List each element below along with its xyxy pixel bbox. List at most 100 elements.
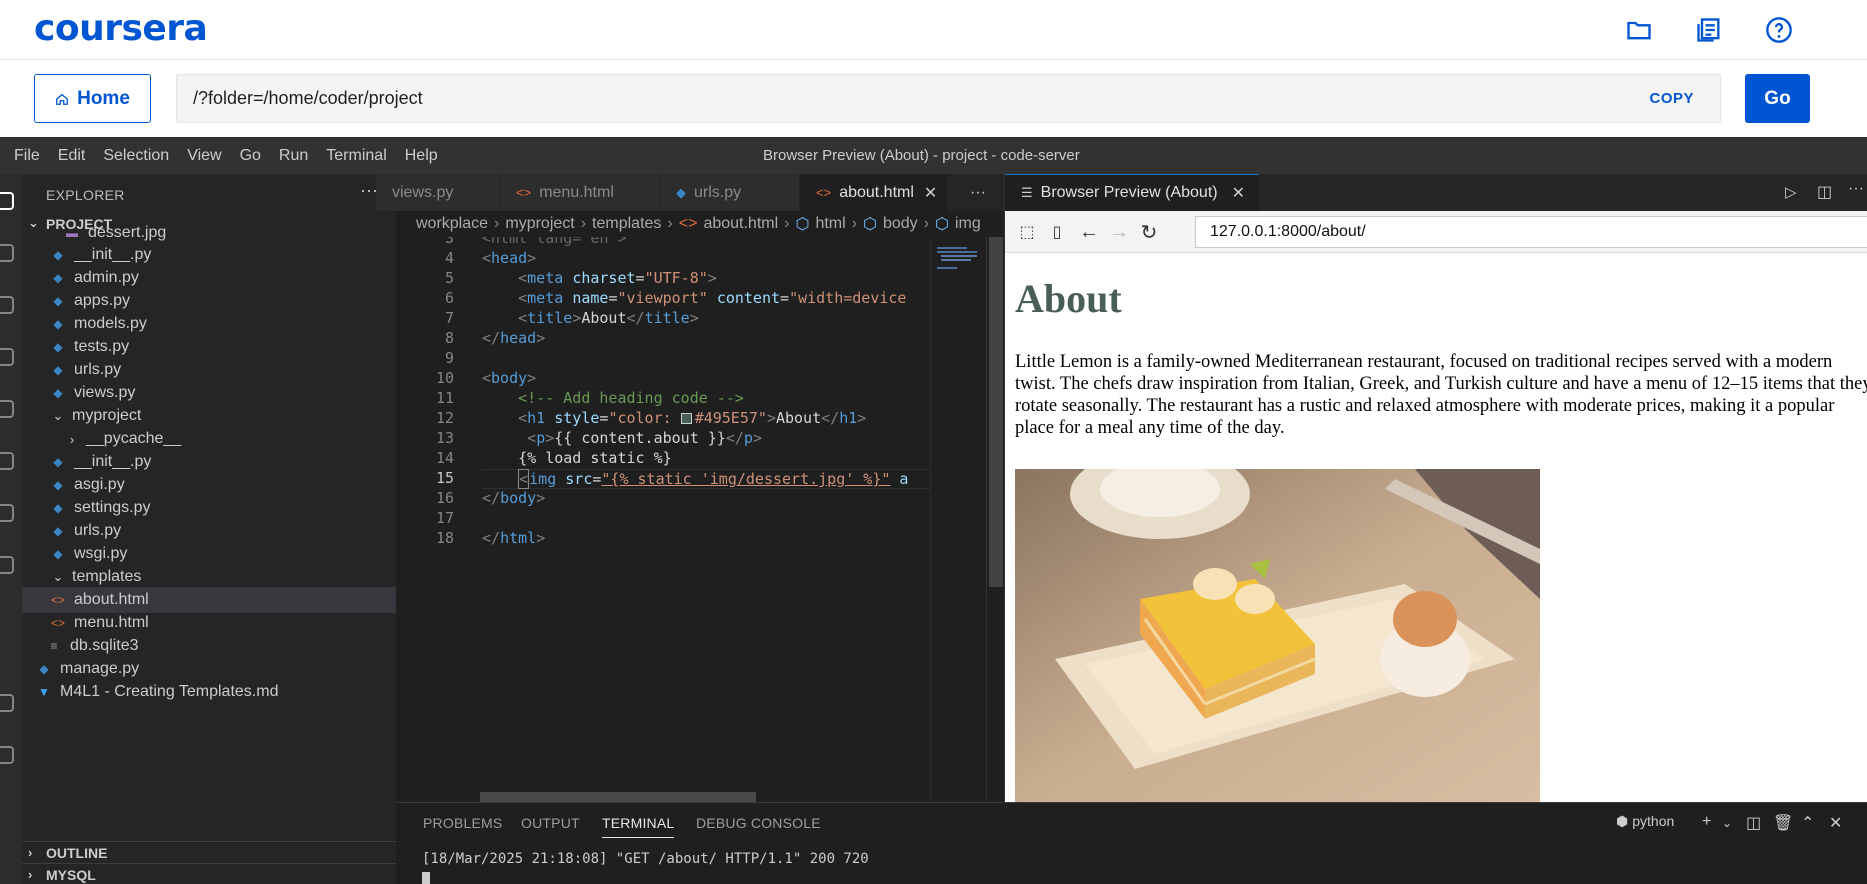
- lab-url-field[interactable]: /?folder=/home/coder/project COPY: [176, 74, 1721, 123]
- tab-label: views.py: [392, 183, 454, 201]
- horizontal-scrollbar[interactable]: [480, 792, 756, 802]
- breadcrumb-item[interactable]: html: [815, 215, 845, 233]
- lab-url-text: /?folder=/home/coder/project: [193, 88, 423, 108]
- go-button[interactable]: Go: [1745, 74, 1810, 123]
- line-number: 8: [444, 329, 454, 347]
- menu-run[interactable]: Run: [270, 147, 317, 165]
- python-icon: ⬢: [1616, 813, 1629, 829]
- breadcrumb-item[interactable]: img: [955, 215, 981, 233]
- coursera-logo[interactable]: coursera: [34, 8, 208, 49]
- code-line: </html>: [482, 529, 546, 547]
- folder-label: templates: [72, 568, 142, 585]
- forward-arrow-icon[interactable]: →: [1107, 220, 1131, 244]
- more-tabs-icon[interactable]: ···: [948, 174, 1004, 211]
- remote-explorer-icon[interactable]: [0, 452, 14, 470]
- tab-debug-console[interactable]: DEBUG CONSOLE: [696, 815, 821, 831]
- breadcrumb-item[interactable]: body: [883, 215, 918, 233]
- menu-help[interactable]: Help: [396, 147, 447, 165]
- breadcrumb-item[interactable]: workplace: [416, 215, 488, 233]
- help-icon[interactable]: [1765, 16, 1793, 44]
- activity-bar: [0, 174, 22, 884]
- explorer-icon[interactable]: [0, 192, 14, 210]
- run-debug-icon[interactable]: [0, 348, 14, 366]
- search-icon[interactable]: [0, 244, 14, 262]
- tab-views-py[interactable]: views.py: [376, 174, 500, 211]
- tab-output[interactable]: OUTPUT: [521, 815, 580, 831]
- color-swatch[interactable]: [680, 413, 692, 424]
- tab-label: menu.html: [539, 183, 614, 201]
- tab-browser-preview[interactable]: ☰ Browser Preview (About) ✕: [1005, 174, 1259, 211]
- home-icon: [56, 93, 68, 105]
- chevron-down-icon[interactable]: ⌄: [1722, 816, 1732, 830]
- code-line: <body>: [482, 369, 537, 387]
- run-icon[interactable]: ▷: [1785, 183, 1797, 201]
- tab-problems[interactable]: PROBLEMS: [423, 815, 502, 831]
- menu-edit[interactable]: Edit: [49, 147, 95, 165]
- database-icon[interactable]: [0, 556, 14, 574]
- tab-about-html[interactable]: <> about.html ✕: [800, 174, 948, 211]
- code-line: {% load static %}: [518, 449, 672, 467]
- menu-terminal[interactable]: Terminal: [317, 147, 395, 165]
- code-editor[interactable]: 3 4 5 6 7 8 9 10 11 12 13 14 15 16 17 18…: [396, 237, 930, 802]
- file-label: wsgi.py: [74, 545, 128, 562]
- file-m4l1-md[interactable]: ▼ M4L1 - Creating Templates.md: [22, 679, 396, 705]
- line-number: 18: [435, 529, 454, 547]
- inspect-icon[interactable]: ⬚: [1015, 220, 1039, 244]
- settings-gear-icon[interactable]: [0, 746, 14, 764]
- line-number: 4: [444, 249, 454, 267]
- tab-urls-py[interactable]: ◆ urls.py: [660, 174, 800, 211]
- reload-icon[interactable]: ↻: [1137, 220, 1161, 244]
- explorer-sidebar: EXPLORER ··· ⌄ PROJECT ▬ dessert.jpg ◆ __i…: [22, 174, 396, 884]
- close-icon[interactable]: ✕: [924, 183, 937, 203]
- outline-section-header[interactable]: › OUTLINE: [22, 841, 396, 863]
- element-icon: ⬡: [935, 216, 949, 233]
- code-line: </body>: [482, 489, 546, 507]
- breadcrumb-item[interactable]: templates: [592, 215, 661, 233]
- maximize-panel-icon[interactable]: ⌃: [1801, 813, 1814, 833]
- browser-preview-pane: ☰ Browser Preview (About) ✕ ▷ ◫ ··· ⬚ ▯ …: [1004, 174, 1867, 802]
- menu-go[interactable]: Go: [231, 147, 270, 165]
- lab-instructions-icon[interactable]: [1695, 16, 1723, 44]
- tab-menu-html[interactable]: <> menu.html: [500, 174, 660, 211]
- code-line: <meta name="viewport" content="width=dev…: [518, 289, 907, 307]
- close-panel-icon[interactable]: ✕: [1829, 813, 1842, 833]
- menu-view[interactable]: View: [178, 147, 230, 165]
- file-label: admin.py: [74, 269, 139, 286]
- breadcrumb: workplace › myproject › templates › <> about…: [396, 211, 1004, 237]
- scrollbar-thumb[interactable]: [989, 237, 1003, 587]
- python-file-icon: ◆: [53, 478, 63, 492]
- home-button[interactable]: Home: [34, 74, 151, 123]
- copy-button[interactable]: COPY: [1649, 90, 1694, 107]
- close-icon[interactable]: ✕: [1232, 183, 1245, 203]
- source-control-icon[interactable]: [0, 296, 14, 314]
- new-terminal-icon[interactable]: +: [1702, 813, 1711, 831]
- element-icon: ⬡: [795, 216, 810, 233]
- breadcrumb-item[interactable]: about.html: [703, 215, 778, 233]
- element-icon: ⬡: [863, 216, 877, 233]
- back-arrow-icon[interactable]: ←: [1077, 220, 1101, 244]
- split-editor-icon[interactable]: ◫: [1817, 182, 1832, 202]
- folder-icon[interactable]: [1625, 16, 1653, 44]
- code-line: <p>{{ content.about }}</p>: [527, 429, 762, 447]
- code-line: <h1 style="color: #495E57">About</h1>: [518, 409, 867, 427]
- tab-terminal[interactable]: TERMINAL: [602, 815, 675, 838]
- file-dessert-jpg[interactable]: ▬ dessert.jpg: [22, 224, 396, 242]
- terminal-profile[interactable]: ⬢ python: [1616, 813, 1674, 830]
- testing-icon[interactable]: [0, 504, 14, 522]
- line-number: 15: [435, 469, 454, 487]
- line-number: 14: [435, 449, 454, 467]
- mysql-section-header[interactable]: › MYSQL: [22, 863, 396, 884]
- extensions-icon[interactable]: [0, 400, 14, 418]
- preview-url-input[interactable]: 127.0.0.1:8000/about/: [1195, 216, 1867, 248]
- vertical-scrollbar[interactable]: [986, 237, 1004, 802]
- minimap[interactable]: [930, 237, 986, 802]
- account-icon[interactable]: [0, 694, 14, 712]
- menu-file[interactable]: File: [0, 147, 49, 165]
- trash-icon[interactable]: 🗑: [1773, 813, 1793, 833]
- split-terminal-icon[interactable]: ◫: [1746, 813, 1761, 833]
- device-toggle-icon[interactable]: ▯: [1045, 220, 1069, 244]
- python-file-icon: ◆: [53, 524, 63, 538]
- breadcrumb-item[interactable]: myproject: [505, 215, 574, 233]
- more-actions-icon[interactable]: ···: [1848, 180, 1864, 198]
- menu-selection[interactable]: Selection: [94, 147, 178, 165]
